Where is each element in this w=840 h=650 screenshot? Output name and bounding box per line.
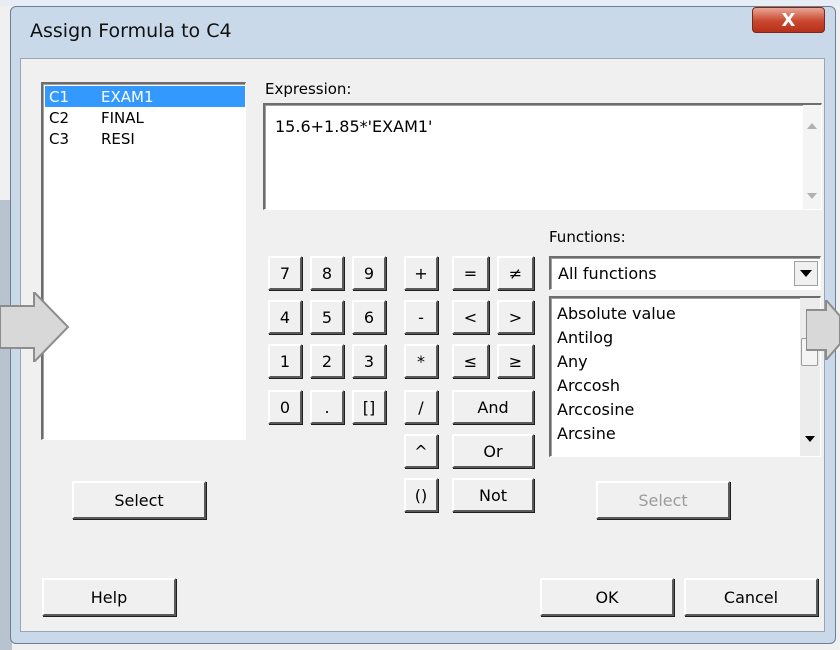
key-brackets[interactable]: [] xyxy=(352,390,386,424)
select-function-button[interactable]: Select xyxy=(596,481,730,519)
chevron-down-icon xyxy=(800,270,812,277)
key-multiply[interactable]: * xyxy=(404,344,438,378)
select-columns-button[interactable]: Select xyxy=(72,481,206,519)
column-item-c2[interactable]: C2 FINAL xyxy=(45,107,245,128)
key-or[interactable]: Or xyxy=(452,434,534,468)
column-name: EXAM1 xyxy=(101,88,154,106)
functions-list[interactable]: Absolute value Antilog Any Arccosh Arcco… xyxy=(549,296,821,457)
column-list[interactable]: C1 EXAM1 C2 FINAL C3 RESI xyxy=(41,82,246,440)
key-3[interactable]: 3 xyxy=(352,344,386,378)
key-5[interactable]: 5 xyxy=(310,300,344,334)
expression-text: 15.6+1.85*'EXAM1' xyxy=(275,117,433,136)
key-2[interactable]: 2 xyxy=(310,344,344,378)
function-item[interactable]: Antilog xyxy=(557,328,613,347)
function-item[interactable]: Arccosh xyxy=(557,376,620,395)
key-8[interactable]: 8 xyxy=(310,256,344,290)
expression-input[interactable]: 15.6+1.85*'EXAM1' xyxy=(263,103,822,210)
close-icon: X xyxy=(781,9,796,31)
function-item[interactable]: Any xyxy=(557,352,588,371)
key-greater-than[interactable]: > xyxy=(497,300,534,334)
expression-label: Expression: xyxy=(265,80,352,98)
functions-category-value: All functions xyxy=(558,264,657,283)
column-item-c1[interactable]: C1 EXAM1 xyxy=(45,86,245,107)
key-4[interactable]: 4 xyxy=(268,300,302,334)
column-id: C2 xyxy=(49,109,70,127)
key-minus[interactable]: - xyxy=(404,300,438,334)
ok-button[interactable]: OK xyxy=(540,578,674,616)
key-plus[interactable]: + xyxy=(404,256,438,290)
functions-category-dropdown[interactable]: All functions xyxy=(549,256,821,290)
cancel-button[interactable]: Cancel xyxy=(684,578,818,616)
key-1[interactable]: 1 xyxy=(268,344,302,378)
expression-scrollbar[interactable] xyxy=(803,105,821,209)
arrow-right-icon xyxy=(0,292,70,362)
key-power[interactable]: ^ xyxy=(404,434,438,468)
key-equals[interactable]: = xyxy=(452,256,489,290)
key-divide[interactable]: / xyxy=(404,390,438,424)
key-not-equal[interactable]: ≠ xyxy=(497,256,534,290)
key-greater-equal[interactable]: ≥ xyxy=(497,344,534,378)
column-name: RESI xyxy=(101,130,135,148)
function-item[interactable]: Absolute value xyxy=(557,304,676,323)
key-not[interactable]: Not xyxy=(452,478,534,512)
function-item[interactable]: Arcsine xyxy=(557,424,616,443)
key-decimal[interactable]: . xyxy=(310,390,344,424)
column-item-c3[interactable]: C3 RESI xyxy=(45,128,245,149)
close-button[interactable]: X xyxy=(752,7,825,33)
key-0[interactable]: 0 xyxy=(268,390,302,424)
dialog-title: Assign Formula to C4 xyxy=(30,20,232,42)
column-name: FINAL xyxy=(101,109,144,127)
key-6[interactable]: 6 xyxy=(352,300,386,334)
help-button[interactable]: Help xyxy=(42,578,176,616)
scroll-down-icon xyxy=(807,193,817,199)
scroll-up-icon xyxy=(807,123,817,129)
function-item[interactable]: Arccosine xyxy=(557,400,634,419)
column-id: C1 xyxy=(49,88,70,106)
functions-label: Functions: xyxy=(549,228,626,246)
dropdown-button[interactable] xyxy=(794,261,818,286)
key-7[interactable]: 7 xyxy=(268,256,302,290)
column-id: C3 xyxy=(49,130,70,148)
key-less-equal[interactable]: ≤ xyxy=(452,344,489,378)
scroll-down-icon xyxy=(805,436,815,442)
key-parentheses[interactable]: () xyxy=(404,478,438,512)
key-less-than[interactable]: < xyxy=(452,300,489,334)
key-9[interactable]: 9 xyxy=(352,256,386,290)
key-and[interactable]: And xyxy=(452,390,534,424)
arrow-right-icon xyxy=(806,300,840,360)
